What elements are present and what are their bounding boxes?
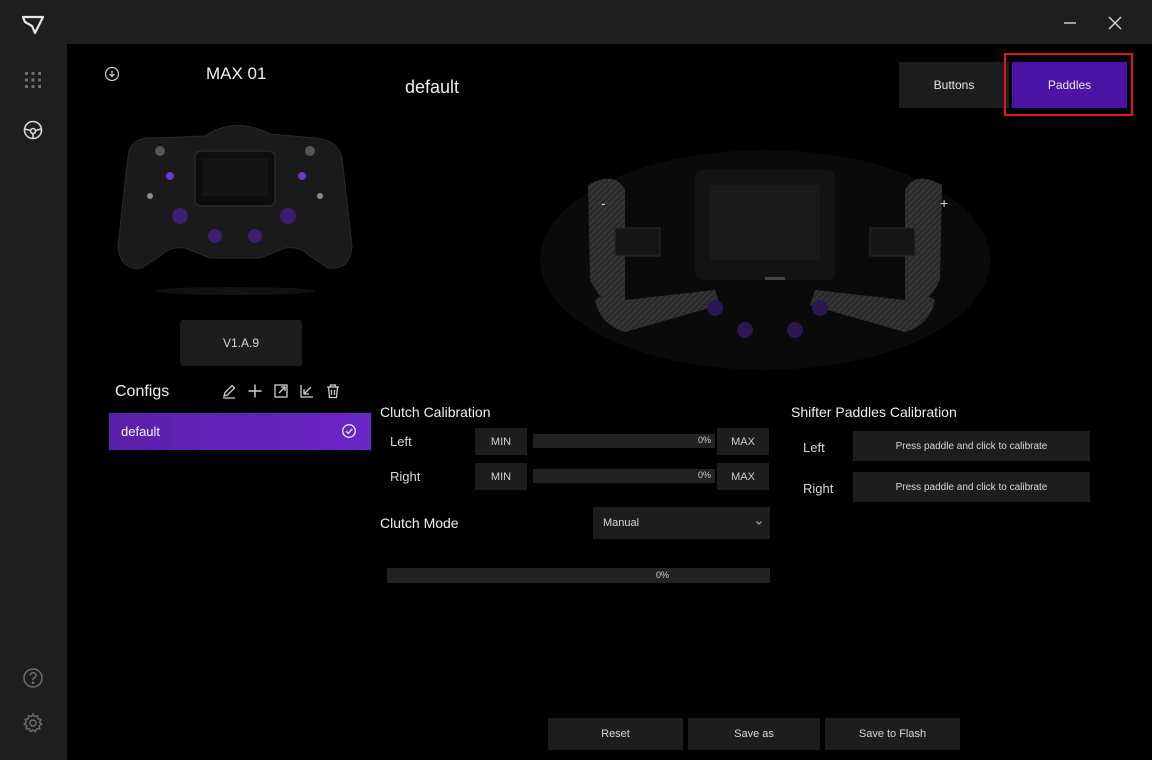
app-logo-icon <box>21 14 45 36</box>
shifter-calibration-title: Shifter Paddles Calibration <box>791 404 957 420</box>
config-item-default[interactable]: default <box>109 413 371 450</box>
add-icon[interactable] <box>246 380 264 402</box>
check-circle-icon <box>341 423 357 439</box>
highlight-box <box>1004 53 1133 116</box>
paddles-image: - + <box>530 140 1000 380</box>
clutch-mode-select[interactable]: Manual <box>593 507 770 539</box>
reset-button[interactable]: Reset <box>548 718 683 750</box>
config-item-label: default <box>121 424 161 439</box>
clutch-right-percent: 0% <box>698 470 712 480</box>
configs-title: Configs <box>115 383 170 400</box>
clutch-left-label: Left <box>390 434 412 449</box>
import-icon[interactable] <box>298 380 316 402</box>
clutch-mode-label: Clutch Mode <box>380 515 459 531</box>
clutch-left-max-button[interactable]: MAX <box>717 428 769 455</box>
save-as-button[interactable]: Save as <box>688 718 820 750</box>
clutch-right-max-button[interactable]: MAX <box>717 463 769 490</box>
plus-sign: + <box>940 195 948 211</box>
shifter-right-label: Right <box>803 481 834 496</box>
clutch-left-bar <box>533 434 715 448</box>
close-button[interactable] <box>1100 8 1130 38</box>
shifter-right-calibrate-button[interactable]: Press paddle and click to calibrate <box>853 472 1090 502</box>
settings-gear-icon[interactable] <box>22 712 44 734</box>
device-model-name: MAX 01 <box>206 64 267 83</box>
clutch-right-label: Right <box>390 469 421 484</box>
clutch-left-min-button[interactable]: MIN <box>475 428 527 455</box>
left-rail <box>0 0 67 760</box>
minus-sign: - <box>601 195 606 211</box>
clutch-right-min-button[interactable]: MIN <box>475 463 527 490</box>
shifter-left-calibrate-button[interactable]: Press paddle and click to calibrate <box>853 431 1090 461</box>
download-icon[interactable] <box>104 66 120 82</box>
page-title: default <box>405 77 460 97</box>
clutch-mode-progress-percent: 0% <box>656 570 670 580</box>
export-icon[interactable] <box>272 380 290 402</box>
delete-icon[interactable] <box>324 380 342 402</box>
clutch-calibration-title: Clutch Calibration <box>380 404 491 420</box>
title-bar <box>67 0 1152 44</box>
save-to-flash-button[interactable]: Save to Flash <box>825 718 960 750</box>
edit-icon[interactable] <box>220 380 238 402</box>
firmware-version-button[interactable]: V1.A.9 <box>180 320 302 366</box>
clutch-mode-progress-bar <box>387 568 770 583</box>
clutch-right-bar <box>533 469 715 483</box>
apps-grid-icon[interactable] <box>22 69 44 91</box>
clutch-mode-value: Manual <box>603 517 640 529</box>
shifter-left-label: Left <box>803 440 825 455</box>
config-toolbar <box>220 380 342 402</box>
steering-wheel-icon[interactable] <box>22 119 44 141</box>
clutch-left-percent: 0% <box>698 435 712 445</box>
help-icon[interactable] <box>22 667 44 689</box>
minimize-button[interactable] <box>1055 8 1085 38</box>
steering-wheel-image <box>110 96 360 296</box>
chevron-down-icon <box>754 518 764 528</box>
tab-buttons[interactable]: Buttons <box>899 62 1009 108</box>
